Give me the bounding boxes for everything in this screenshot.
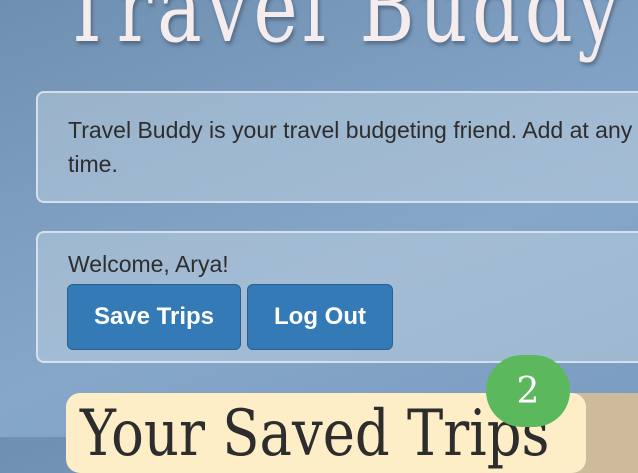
intro-panel: Travel Buddy is your travel budgeting fr… xyxy=(36,91,638,203)
log-out-button[interactable]: Log Out xyxy=(247,284,393,350)
save-trips-button[interactable]: Save Trips xyxy=(67,284,241,350)
saved-trips-count-badge: 2 xyxy=(486,355,570,427)
app-title: Travel Buddy xyxy=(62,0,625,64)
user-panel: Welcome, Arya! Save Trips Log Out xyxy=(36,231,638,363)
welcome-message: Welcome, Arya! xyxy=(68,251,229,277)
saved-trips-title: Your Saved Trips xyxy=(80,397,550,471)
intro-text: Travel Buddy is your travel budgeting fr… xyxy=(68,117,633,177)
